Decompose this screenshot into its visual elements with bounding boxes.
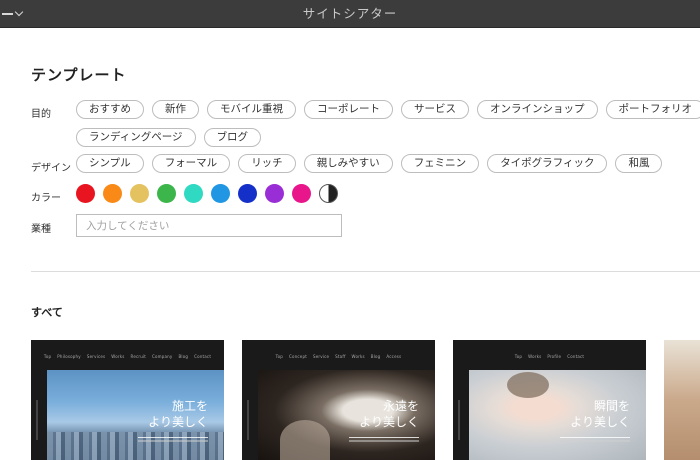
- chip-friendly[interactable]: 親しみやすい: [303, 154, 393, 173]
- chip-online-shop[interactable]: オンラインショップ: [477, 100, 598, 119]
- card-caption-rule: [560, 437, 630, 438]
- template-card[interactable]: [664, 340, 700, 460]
- chip-rich[interactable]: リッチ: [238, 154, 296, 173]
- card-caption-rule: [349, 437, 419, 438]
- chip-service[interactable]: サービス: [401, 100, 469, 119]
- color-swatch-row: [76, 184, 338, 203]
- card-caption-subtext: [138, 440, 208, 442]
- card-photo-partial: [664, 340, 700, 460]
- color-swatch-monochrome[interactable]: [319, 184, 338, 203]
- chip-formal[interactable]: フォーマル: [151, 154, 231, 173]
- color-swatch-green[interactable]: [157, 184, 176, 203]
- template-card[interactable]: Top Works Profile Contact 瞬間を より美しく: [453, 340, 646, 460]
- color-swatch-teal[interactable]: [184, 184, 203, 203]
- card-caption-rule: [138, 437, 208, 438]
- card-caption: 施工を より美しく: [148, 399, 208, 429]
- chip-portfolio[interactable]: ポートフォリオ: [605, 100, 700, 119]
- card-side-bar: [458, 400, 460, 440]
- chip-simple[interactable]: シンプル: [76, 154, 144, 173]
- chip-corporate[interactable]: コーポレート: [304, 100, 393, 119]
- purpose-chip-row-2: ランディングページ ブログ: [76, 128, 262, 147]
- template-card[interactable]: Top Philosophy Services Works Recruit Company…: [31, 340, 224, 460]
- color-swatch-light-blue[interactable]: [211, 184, 230, 203]
- card-side-bar: [36, 400, 38, 440]
- card-nav: Top Philosophy Services Works Recruit Company…: [43, 354, 212, 359]
- chip-recommended[interactable]: おすすめ: [76, 100, 144, 119]
- chip-feminine[interactable]: フェミニン: [400, 154, 480, 173]
- section-divider: [31, 271, 700, 272]
- chip-japanese-style[interactable]: 和風: [615, 154, 663, 173]
- design-label: デザイン: [31, 163, 71, 174]
- card-nav: Top Concept Service Staff Works Blog Access: [275, 354, 402, 359]
- card-caption-subtext: [560, 440, 630, 442]
- color-swatch-orange[interactable]: [103, 184, 122, 203]
- color-label: カラー: [31, 193, 61, 204]
- color-swatch-red[interactable]: [76, 184, 95, 203]
- card-caption: 瞬間を より美しく: [570, 399, 630, 429]
- card-nav: Top Works Profile Contact: [514, 354, 585, 359]
- color-swatch-pink[interactable]: [292, 184, 311, 203]
- card-caption-subtext: [349, 440, 419, 442]
- industry-input[interactable]: [76, 214, 342, 237]
- color-swatch-purple[interactable]: [265, 184, 284, 203]
- card-caption: 永遠を より美しく: [359, 399, 419, 429]
- card-side-bar: [247, 400, 249, 440]
- purpose-chip-row: おすすめ 新作 モバイル重視 コーポレート サービス オンラインショップ ポート…: [76, 100, 700, 119]
- chip-blog[interactable]: ブログ: [203, 128, 262, 147]
- title-bar: サイトシアター: [0, 0, 700, 28]
- window-title: サイトシアター: [302, 6, 398, 21]
- chip-mobile-first[interactable]: モバイル重視: [207, 100, 296, 119]
- color-swatch-yellow[interactable]: [130, 184, 149, 203]
- purpose-label: 目的: [31, 109, 51, 120]
- industry-label: 業種: [31, 224, 51, 235]
- chip-new[interactable]: 新作: [152, 100, 199, 119]
- chip-landing-page[interactable]: ランディングページ: [76, 128, 196, 147]
- all-templates-heading: すべて: [31, 306, 63, 319]
- template-card[interactable]: Top Concept Service Staff Works Blog Access 永遠…: [242, 340, 435, 460]
- design-chip-row: シンプル フォーマル リッチ 親しみやすい フェミニン タイポグラフィック 和風: [76, 154, 663, 173]
- color-swatch-blue[interactable]: [238, 184, 257, 203]
- chip-typographic[interactable]: タイポグラフィック: [487, 154, 608, 173]
- page-title: テンプレート: [31, 66, 127, 84]
